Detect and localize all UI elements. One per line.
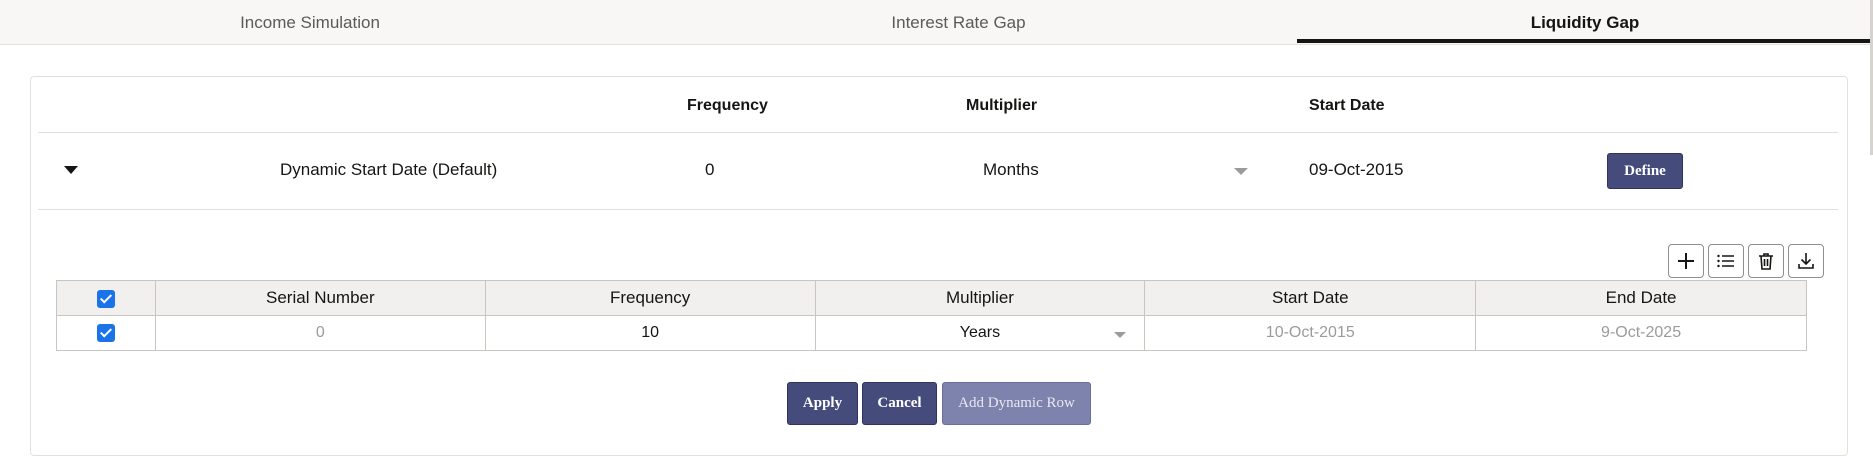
divider — [38, 132, 1838, 133]
select-all-cell[interactable] — [56, 280, 156, 316]
list-icon — [1717, 254, 1734, 268]
select-all-checkbox[interactable] — [96, 289, 115, 308]
end-date-cell: 9-Oct-2025 — [1475, 315, 1807, 351]
row-select-cell[interactable] — [56, 315, 156, 351]
chevron-down-icon[interactable] — [1234, 168, 1248, 175]
expand-caret-icon[interactable] — [64, 166, 78, 174]
column-header-multiplier: Multiplier — [814, 280, 1146, 316]
trash-icon — [1759, 253, 1773, 270]
divider — [38, 209, 1838, 210]
tab-income-simulation[interactable]: Income Simulation — [0, 0, 620, 45]
start-date-cell: 10-Oct-2015 — [1144, 315, 1477, 351]
plus-icon — [1678, 253, 1694, 269]
multiplier-select[interactable]: Years — [816, 324, 1145, 342]
header-multiplier: Multiplier — [966, 97, 1038, 114]
chevron-down-icon[interactable] — [1114, 332, 1127, 338]
header-frequency: Frequency — [687, 97, 768, 114]
liquidity-gap-panel — [30, 76, 1848, 456]
add-row-button[interactable] — [1668, 244, 1704, 278]
column-header-start-date: Start Date — [1144, 280, 1477, 316]
tab-bar: Income Simulation Interest Rate Gap Liqu… — [0, 0, 1873, 45]
frequency-cell[interactable]: 10 — [484, 315, 816, 351]
column-header-frequency: Frequency — [484, 280, 816, 316]
multiplier-cell[interactable]: Years — [814, 315, 1146, 351]
table-row: 0 10 Years 10-Oct-2015 9-Oct-2025 — [56, 315, 1807, 351]
dynamic-multiplier-select[interactable]: Months — [983, 160, 1039, 180]
apply-button[interactable]: Apply — [787, 382, 858, 425]
define-button[interactable]: Define — [1607, 153, 1683, 189]
active-tab-indicator — [1297, 39, 1873, 43]
column-header-end-date: End Date — [1475, 280, 1807, 316]
multiplier-value: Years — [959, 324, 1001, 341]
table-header-row: Serial Number Frequency Multiplier Start… — [56, 280, 1807, 316]
list-view-button[interactable] — [1708, 244, 1744, 278]
dynamic-start-date-value: 09-Oct-2015 — [1309, 160, 1404, 179]
column-header-serial-number: Serial Number — [154, 280, 486, 316]
dynamic-rows-table: Serial Number Frequency Multiplier Start… — [56, 280, 1807, 351]
cancel-button[interactable]: Cancel — [862, 382, 937, 425]
header-start-date: Start Date — [1309, 97, 1385, 114]
export-button[interactable] — [1788, 244, 1824, 278]
download-icon — [1798, 253, 1814, 269]
tab-interest-rate-gap[interactable]: Interest Rate Gap — [620, 0, 1297, 45]
delete-button[interactable] — [1748, 244, 1784, 278]
dynamic-start-date-label: Dynamic Start Date (Default) — [280, 160, 498, 179]
dynamic-frequency-value[interactable]: 0 — [705, 160, 714, 180]
add-dynamic-row-button[interactable]: Add Dynamic Row — [942, 382, 1091, 425]
serial-number-cell: 0 — [154, 315, 486, 351]
row-checkbox[interactable] — [96, 323, 115, 342]
